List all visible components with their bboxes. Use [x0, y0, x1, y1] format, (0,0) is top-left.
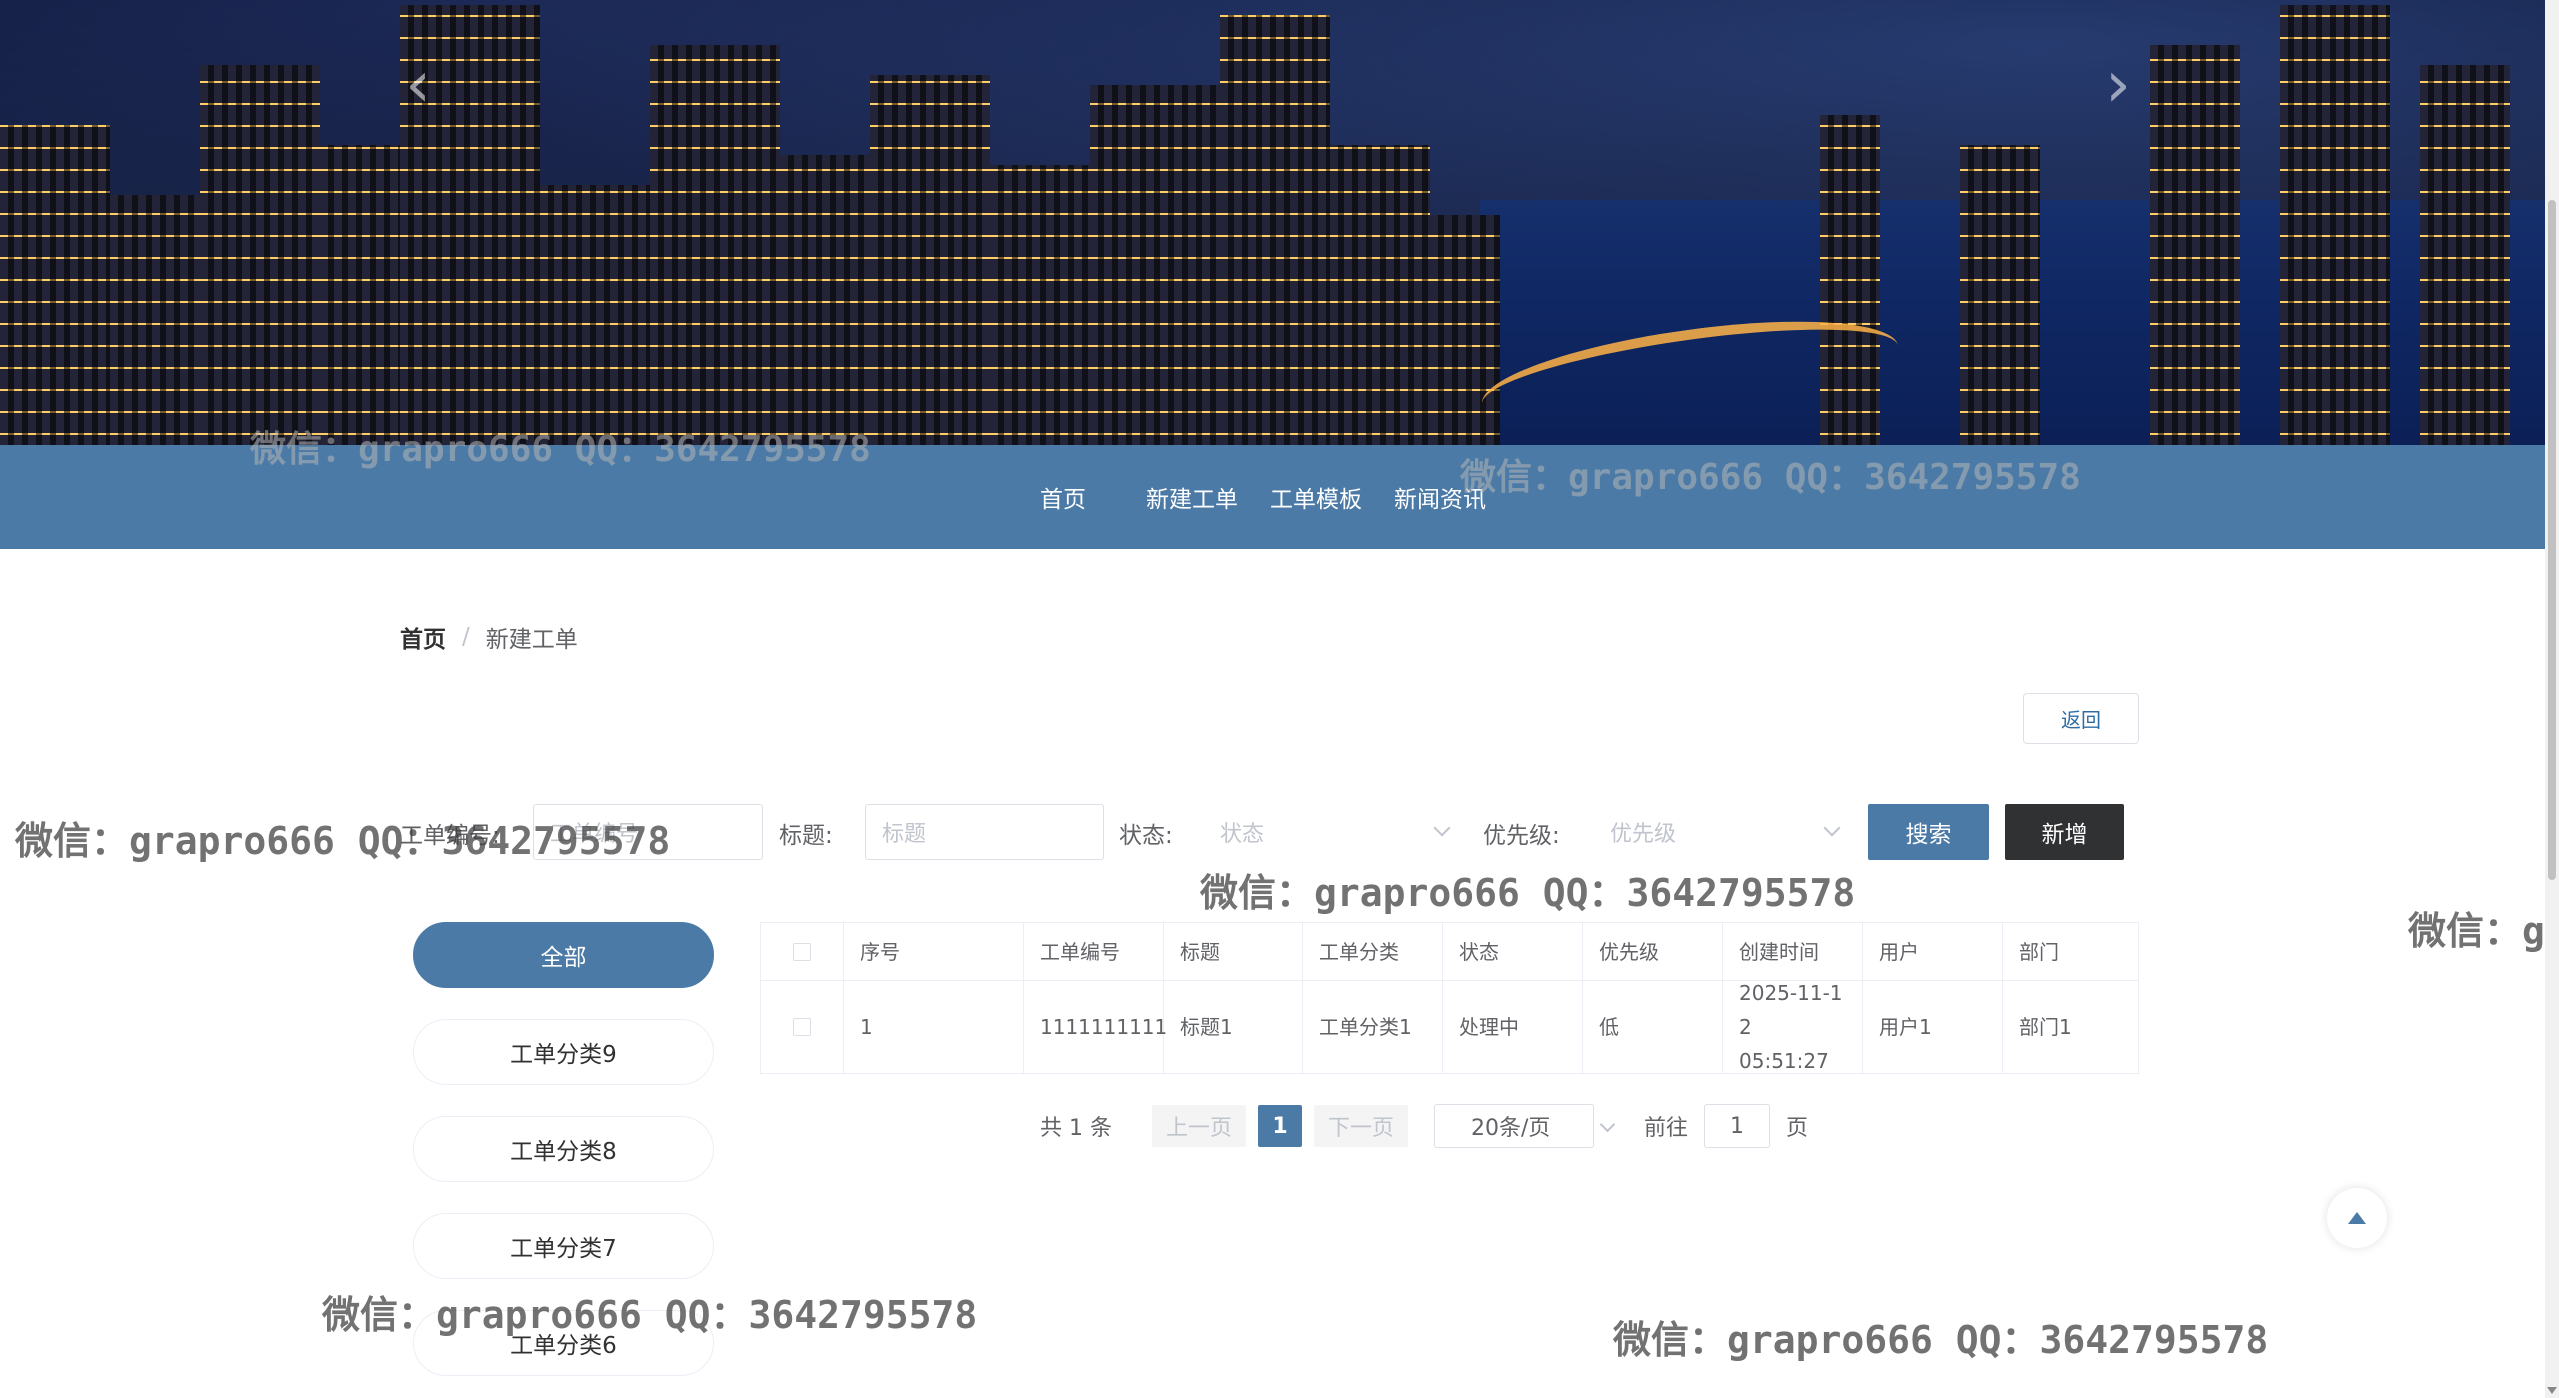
chevron-down-icon — [1823, 819, 1841, 837]
watermark-text: 微信：grapro666 QQ：3642795578 — [15, 819, 671, 863]
watermark-text: 微信：grapro666 QQ：3642795578 — [250, 429, 871, 470]
banner-building — [1220, 15, 1330, 445]
page-number[interactable]: 1 — [1258, 1105, 1302, 1147]
carousel-prev-icon[interactable]: ‹ — [398, 53, 438, 117]
title-placeholder: 标题 — [882, 822, 927, 847]
column-header: 状态 — [1443, 923, 1583, 980]
order-table: 序号 工单编号 标题 工单分类 状态 优先级 创建时间 用户 部门 1 1111… — [760, 922, 2139, 1074]
add-button[interactable]: 新增 — [2005, 804, 2124, 860]
column-header: 标题 — [1164, 923, 1303, 980]
status-label: 状态: — [1119, 823, 1173, 849]
cell-category: 工单分类1 — [1303, 981, 1443, 1073]
category-item[interactable]: 工单分类9 — [413, 1019, 714, 1085]
created-at-line-1: 2025-11-1 — [1739, 981, 1843, 1005]
pagination-total: 共 1 条 — [1040, 1116, 1112, 1141]
cell-department: 部门1 — [2019, 1015, 2072, 1039]
created-at-line-2: 2 05:51:27 — [1739, 1015, 1829, 1073]
select-all-checkbox[interactable] — [793, 942, 811, 961]
column-header: 用户 — [1863, 923, 2003, 980]
banner-building — [540, 185, 650, 445]
watermark-text: 微信：g — [2408, 909, 2545, 953]
column-header: 序号 — [844, 923, 1024, 980]
cell-status: 处理中 — [1443, 981, 1583, 1073]
column-header: 部门 — [2019, 939, 2059, 964]
prev-page-button[interactable]: 上一页 — [1151, 1105, 1246, 1147]
breadcrumb-home[interactable]: 首页 — [400, 620, 446, 654]
cell-order-no: 1111111111 — [1024, 981, 1167, 1073]
column-header: 工单分类 — [1303, 923, 1443, 980]
breadcrumb-separator: / — [462, 624, 470, 650]
back-to-top-button[interactable] — [2327, 1188, 2387, 1248]
row-checkbox[interactable] — [793, 1018, 811, 1036]
banner-building — [2280, 5, 2390, 445]
priority-label: 优先级: — [1483, 823, 1560, 849]
watermark-text: 微信：grapro666 QQ：3642795578 — [1200, 871, 1856, 915]
category-item[interactable]: 工单分类7 — [413, 1213, 714, 1279]
priority-select[interactable]: 优先级 — [1610, 804, 1842, 860]
cell-index: 1 — [844, 981, 1024, 1073]
title-label: 标题: — [779, 823, 833, 849]
scroll-down-arrow-icon[interactable] — [2547, 1387, 2557, 1394]
nav-item-new-order[interactable]: 新建工单 — [1146, 480, 1238, 514]
search-button[interactable]: 搜索 — [1868, 804, 1989, 860]
chevron-down-icon — [1433, 819, 1451, 837]
arrow-up-icon — [2348, 1212, 2366, 1224]
column-header: 创建时间 — [1723, 923, 1863, 980]
nav-menu: 首页 新建工单 工单模板 新闻资讯 — [1040, 445, 1518, 549]
hero-banner: ‹ › — [0, 0, 2545, 445]
banner-building — [0, 125, 110, 445]
banner-building — [650, 45, 780, 445]
title-input[interactable]: 标题 — [865, 804, 1104, 860]
banner-building — [2150, 45, 2240, 445]
page-jump-input[interactable]: 1 — [1704, 1104, 1771, 1148]
next-page-button[interactable]: 下一页 — [1314, 1105, 1409, 1147]
table-header: 序号 工单编号 标题 工单分类 状态 优先级 创建时间 用户 部门 — [761, 923, 2138, 981]
carousel-next-icon[interactable]: › — [2098, 53, 2138, 117]
breadcrumb-current: 新建工单 — [485, 627, 578, 653]
banner-building — [110, 195, 200, 445]
nav-item-home[interactable]: 首页 — [1040, 480, 1086, 514]
header-checkbox-cell — [761, 923, 844, 980]
banner-building — [990, 165, 1090, 445]
cell-created-at: 2025-11-1 2 05:51:27 — [1723, 981, 1863, 1073]
back-button[interactable]: 返回 — [2023, 693, 2139, 744]
row-checkbox-cell — [761, 981, 844, 1073]
cell-priority: 低 — [1583, 981, 1723, 1073]
banner-building — [1090, 85, 1220, 445]
category-item-all[interactable]: 全部 — [413, 922, 714, 988]
breadcrumb: 首页 / 新建工单 — [400, 620, 578, 654]
banner-building — [1960, 145, 2040, 445]
nav-item-order-template[interactable]: 工单模板 — [1270, 480, 1362, 514]
jump-prefix: 前往 — [1644, 1116, 1689, 1141]
watermark-text: 微信：grapro666 QQ：3642795578 — [322, 1293, 978, 1337]
category-item[interactable]: 工单分类8 — [413, 1116, 714, 1182]
pagination: 共 1 条 上一页 1 下一页 20条/页 前往 1 页 — [1040, 1103, 1808, 1149]
vertical-scrollbar[interactable] — [2545, 0, 2559, 1398]
cell-title: 标题1 — [1164, 981, 1303, 1073]
column-header: 优先级 — [1583, 923, 1723, 980]
status-select[interactable]: 状态 — [1220, 804, 1452, 860]
banner-building — [870, 75, 990, 445]
banner-building — [200, 65, 320, 445]
column-header: 工单编号 — [1024, 923, 1164, 980]
banner-building — [1330, 145, 1430, 445]
banner-building — [2420, 65, 2510, 445]
cell-user: 用户1 — [1863, 981, 2003, 1073]
priority-placeholder: 优先级 — [1610, 822, 1677, 847]
table-row[interactable]: 1 1111111111 标题1 工单分类1 处理中 低 2025-11-1 2… — [761, 981, 2138, 1073]
watermark-text: 微信：grapro666 QQ：3642795578 — [1460, 457, 2081, 498]
jump-suffix: 页 — [1786, 1116, 1809, 1141]
page-size-value: 20条/页 — [1471, 1116, 1551, 1141]
scrollbar-thumb[interactable] — [2548, 200, 2556, 880]
page-size-select[interactable]: 20条/页 — [1434, 1104, 1616, 1148]
banner-building — [780, 155, 870, 445]
banner-building — [320, 145, 400, 445]
status-placeholder: 状态 — [1220, 822, 1265, 847]
watermark-text: 微信：grapro666 QQ：3642795578 — [1613, 1318, 2269, 1362]
chevron-down-icon — [1599, 1116, 1616, 1133]
